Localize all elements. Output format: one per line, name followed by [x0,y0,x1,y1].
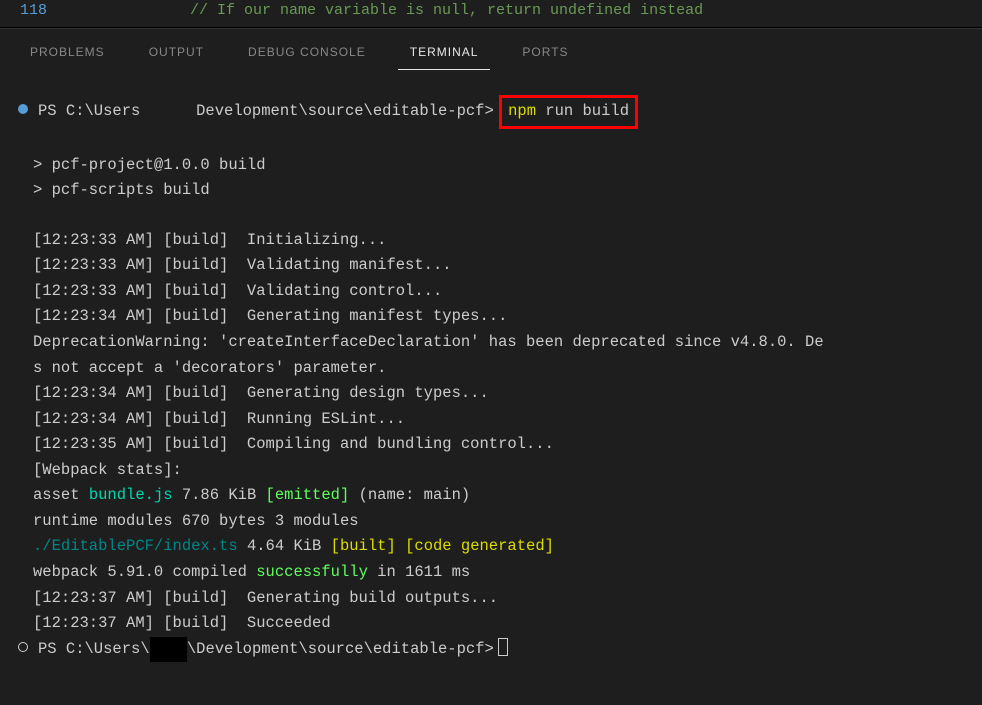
terminal-output-line: [12:23:35 AM] [build] Compiling and bund… [18,432,964,458]
highlight-annotation: npm run build [499,95,638,129]
terminal-output-line: [12:23:33 AM] [build] Validating control… [18,279,964,305]
code-comment: // If our name variable is null, return … [60,2,703,19]
line-number: 118 [0,2,60,19]
terminal-output-line: webpack 5.91.0 compiled successfully in … [18,560,964,586]
cmd-args: run build [536,102,629,120]
terminal-output-line: > pcf-scripts build [18,178,964,204]
tab-ports[interactable]: PORTS [510,39,580,70]
codegen-tag: [code generated] [405,537,554,555]
terminal-output-line: s not accept a 'decorators' parameter. [18,356,964,382]
bullet-open-icon [18,642,28,652]
terminal-output-line: [12:23:34 AM] [build] Generating manifes… [18,304,964,330]
terminal-output-line: [12:23:37 AM] [build] Succeeded [18,611,964,637]
terminal-output-line: [Webpack stats]: [18,458,964,484]
terminal-output-line: [12:23:33 AM] [build] Validating manifes… [18,253,964,279]
tab-output[interactable]: OUTPUT [137,39,216,70]
file-path: ./EditablePCF/index.ts [33,537,238,555]
terminal-output-line: [12:23:34 AM] [build] Running ESLint... [18,407,964,433]
terminal-output-line: DeprecationWarning: 'createInterfaceDecl… [18,330,964,356]
terminal-output-line: ./EditablePCF/index.ts 4.64 KiB [built] … [18,534,964,560]
asset-name: bundle.js [89,486,173,504]
terminal-output-line: [12:23:37 AM] [build] Generating build o… [18,586,964,612]
prompt-path: PS C:\Users\ [38,640,150,658]
emitted-tag: [emitted] [266,486,350,504]
editor-code-line: 118 // If our name variable is null, ret… [0,0,982,28]
redacted-text [150,637,187,663]
terminal-output-line: runtime modules 670 bytes 3 modules [18,509,964,535]
terminal-output-line: [12:23:33 AM] [build] Initializing... [18,228,964,254]
prompt-path: PS C:\Users Development\source\editable-… [38,102,494,120]
bullet-icon [18,104,28,114]
terminal-output-line: > pcf-project@1.0.0 build [18,153,964,179]
prompt-path: \Development\source\editable-pcf> [187,640,494,658]
terminal-output-line: asset bundle.js 7.86 KiB [emitted] (name… [18,483,964,509]
terminal-prompt-line: PS C:\Users Development\source\editable-… [18,95,964,129]
terminal-panel[interactable]: PS C:\Users Development\source\editable-… [0,70,982,672]
tab-terminal[interactable]: TERMINAL [398,39,491,70]
terminal-cursor [498,638,508,656]
tab-debug-console[interactable]: DEBUG CONSOLE [236,39,378,70]
built-tag: [built] [331,537,396,555]
tab-problems[interactable]: PROBLEMS [18,39,117,70]
success-text: successfully [256,563,368,581]
cmd-npm: npm [508,102,536,120]
panel-tabs: PROBLEMS OUTPUT DEBUG CONSOLE TERMINAL P… [0,28,982,70]
terminal-output-line: [12:23:34 AM] [build] Generating design … [18,381,964,407]
terminal-prompt-line: PS C:\Users\ \Development\source\editabl… [18,637,964,663]
